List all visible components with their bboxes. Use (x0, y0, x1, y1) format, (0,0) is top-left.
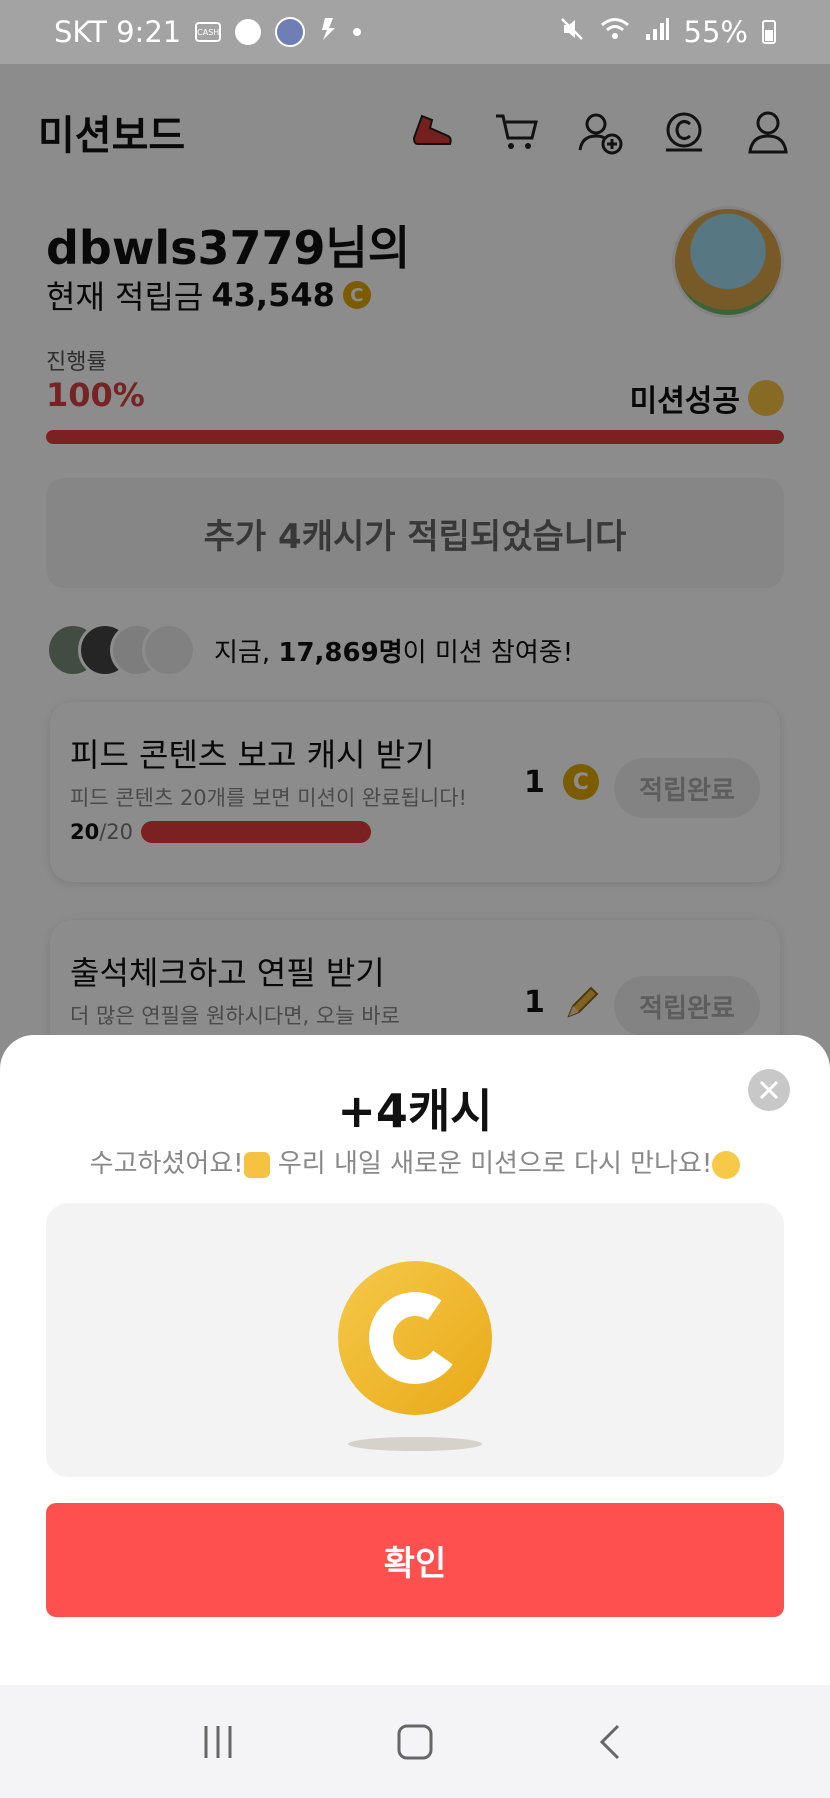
back-icon (599, 1724, 619, 1759)
back-button[interactable] (582, 1712, 642, 1772)
thumbs-up-icon (243, 1151, 270, 1178)
message-part2: 우리 내일 새로운 미션으로 다시 만나요! (269, 1149, 713, 1179)
settings-notification-icon (235, 19, 262, 45)
reward-bottom-sheet: +4캐시 수고하셨어요! 우리 내일 새로운 미션으로 다시 만나요! 확인 (0, 1035, 830, 1685)
status-right: 55% (558, 15, 776, 50)
signal-icon (644, 15, 670, 49)
recent-apps-icon (204, 1725, 232, 1758)
coin-panel (46, 1203, 784, 1477)
home-button[interactable] (385, 1712, 445, 1772)
reward-message: 수고하셨어요! 우리 내일 새로운 미션으로 다시 만나요! (0, 1143, 830, 1180)
status-bar: SKT 9:21 CASH 55% (0, 0, 830, 64)
confirm-button[interactable]: 확인 (46, 1503, 784, 1617)
big-coin-icon (338, 1261, 492, 1415)
recent-apps-button[interactable] (188, 1712, 248, 1772)
home-icon (397, 1724, 433, 1759)
reward-title: +4캐시 (337, 1084, 493, 1138)
coin-shadow (348, 1437, 482, 1451)
message-part1: 수고하셨어요! (89, 1149, 244, 1179)
heart-eyes-icon (712, 1150, 741, 1179)
cash-notification-icon: CASH (195, 22, 222, 42)
battery-percent: 55% (683, 15, 748, 49)
status-left: SKT 9:21 CASH (54, 15, 362, 49)
coin-c-mark (361, 1284, 469, 1392)
wifi-icon (600, 15, 630, 49)
more-notifications-icon (353, 28, 362, 36)
link-notification-icon (319, 15, 339, 49)
system-nav-bar (0, 1685, 830, 1798)
app-notification-icon (275, 17, 306, 47)
battery-icon (762, 20, 776, 44)
mute-icon (558, 15, 586, 50)
carrier-time: SKT 9:21 (54, 15, 182, 49)
